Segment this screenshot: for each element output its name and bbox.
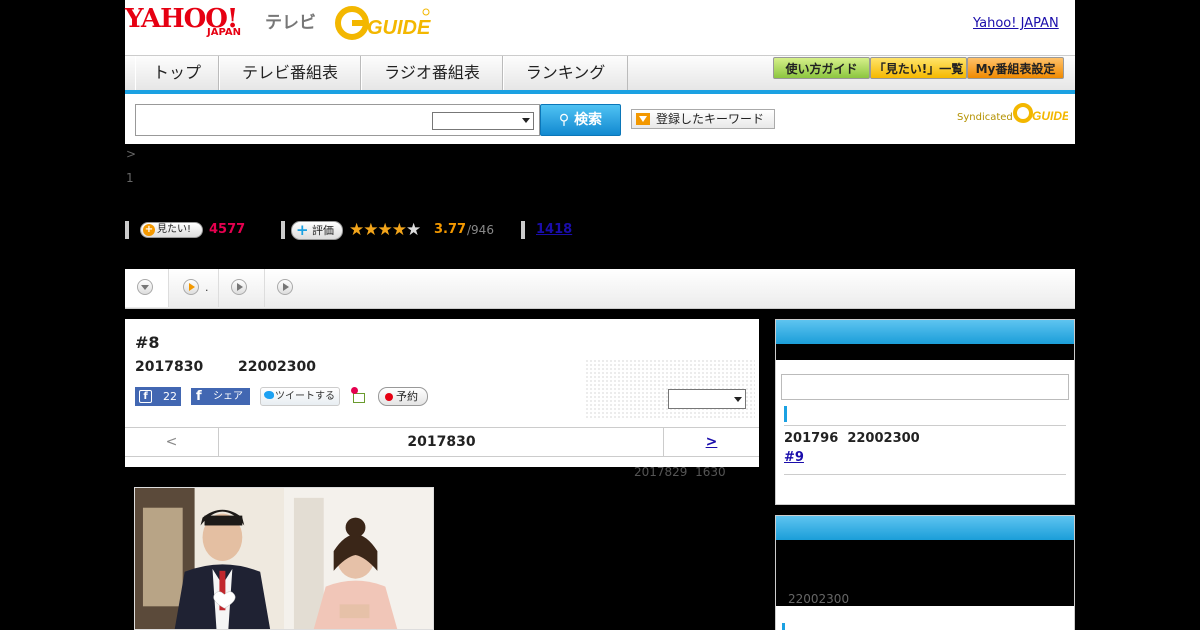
facebook-like-count: 22 xyxy=(163,390,177,403)
play-icon xyxy=(231,279,247,295)
guide-button[interactable]: 使い方ガイド xyxy=(773,57,870,79)
gguide-logo[interactable]: GUIDE xyxy=(335,6,431,40)
chevron-down-icon xyxy=(734,397,742,402)
star-icon: ★ xyxy=(363,220,378,240)
pager-next-button[interactable]: > xyxy=(663,428,759,456)
next-episode-date: 201796 xyxy=(784,431,839,446)
episode-time: 22002300 xyxy=(238,359,316,375)
syndicated-text: Syndicated xyxy=(957,112,1013,123)
divider xyxy=(784,425,1066,426)
subtab-3[interactable] xyxy=(219,269,265,307)
subtab-4[interactable] xyxy=(265,269,311,307)
japan-logo-text: JAPAN xyxy=(207,27,241,38)
svg-text:GUIDE: GUIDE xyxy=(1032,109,1068,123)
tab-ranking[interactable]: ランキング xyxy=(503,56,628,90)
episode-panel: #8 2017830 22002300 f 22 f シェア ツイートする 予約… xyxy=(125,319,759,467)
mitai-label: 見たい! xyxy=(157,224,192,235)
sidebar-banner xyxy=(776,344,1074,360)
registered-keywords-button[interactable]: 登録したキーワード xyxy=(631,109,775,129)
reserve-label: 予約 xyxy=(396,390,418,403)
page: YAHOO! JAPAN テレビ GUIDE Yahoo! JAPAN トップ … xyxy=(0,0,1200,630)
registered-keywords-label: 登録したキーワード xyxy=(656,112,765,126)
stat-divider xyxy=(521,221,525,239)
tab-radio-listings[interactable]: ラジオ番組表 xyxy=(361,56,503,90)
chevron-down-icon xyxy=(522,118,530,123)
rate-label: 評価 xyxy=(312,224,334,237)
pager-current-date: 2017830 xyxy=(407,434,476,450)
facebook-share-button[interactable]: f シェア xyxy=(191,388,250,405)
rating-count: /946 xyxy=(467,223,494,237)
review-count-link[interactable]: 1418 xyxy=(536,222,572,237)
rating-stars: ★★★★★ xyxy=(349,220,421,240)
record-icon xyxy=(385,393,393,401)
breadcrumb-sub: 1 xyxy=(126,171,134,185)
mitai-button[interactable]: + 見たい! xyxy=(140,222,203,238)
episode-pager: < 2017830 > xyxy=(125,427,759,457)
sidebar-block-2: 22002300 xyxy=(775,515,1075,630)
rate-button[interactable]: + 評価 xyxy=(291,221,343,240)
chevron-down-icon xyxy=(137,279,153,295)
sidebar-block-time: 22002300 xyxy=(788,592,850,606)
syndicated-gguide-logo: GUIDE xyxy=(1013,103,1068,123)
play-icon xyxy=(183,279,199,295)
tab-tv-listings[interactable]: テレビ番組表 xyxy=(219,56,361,90)
facebook-share-label: シェア xyxy=(213,391,243,402)
tweet-label: ツイートする xyxy=(275,391,335,402)
next-episode-link[interactable]: #9 xyxy=(784,450,804,465)
sidebar-next-episode: 201796 22002300 #9 xyxy=(775,319,1075,505)
updated-time: 1630 xyxy=(695,465,726,479)
star-icon: ★ xyxy=(406,220,421,240)
stat-divider xyxy=(125,221,129,239)
pager-prev-button[interactable]: < xyxy=(125,428,219,456)
episode-title: #8 xyxy=(135,333,160,352)
sidebar-input[interactable] xyxy=(781,374,1069,400)
updated-timestamp: 2017829 1630 xyxy=(634,465,726,479)
search-icon: ⚲ xyxy=(558,112,575,128)
twitter-bird-icon xyxy=(264,391,274,399)
subtab-2-label: . xyxy=(205,281,209,294)
episode-date: 2017830 xyxy=(135,359,204,375)
reserve-button[interactable]: 予約 xyxy=(378,387,428,406)
facebook-icon: f xyxy=(196,389,202,404)
plus-icon: + xyxy=(143,224,155,236)
site-header: YAHOO! JAPAN テレビ GUIDE Yahoo! JAPAN xyxy=(125,0,1075,55)
episode-photo xyxy=(134,487,434,630)
dropdown-arrow-icon xyxy=(636,113,650,125)
mitai-list-button[interactable]: 「見たい!」一覧 xyxy=(870,57,967,79)
breadcrumb: > xyxy=(126,147,137,161)
star-icon: ★ xyxy=(377,220,393,240)
subtab-2[interactable]: . xyxy=(169,269,219,307)
search-button-label: 検索 xyxy=(574,112,603,128)
next-episode-time: 22002300 xyxy=(847,431,920,446)
yahoo-japan-link[interactable]: Yahoo! JAPAN xyxy=(973,16,1059,31)
search-button[interactable]: ⚲ 検索 xyxy=(540,104,621,136)
add-calendar-icon[interactable] xyxy=(351,387,367,405)
section-marker xyxy=(782,623,785,630)
mitai-count: 4577 xyxy=(209,222,246,237)
tv-logo-text[interactable]: テレビ xyxy=(265,8,316,33)
facebook-like-button[interactable]: f 22 xyxy=(135,387,181,406)
star-icon: ★ xyxy=(349,220,364,240)
episode-select[interactable] xyxy=(668,389,746,409)
plus-icon: + xyxy=(296,221,309,239)
star-icon: ★ xyxy=(391,220,407,240)
stat-divider xyxy=(281,221,285,239)
sidebar-header xyxy=(776,320,1074,344)
subtab-1[interactable] xyxy=(125,269,169,307)
divider xyxy=(784,474,1066,475)
search-category-select[interactable] xyxy=(432,112,534,130)
program-subtabs: . xyxy=(125,269,1075,309)
my-listings-button[interactable]: My番組表設定 xyxy=(967,57,1064,79)
updated-date: 2017829 xyxy=(634,465,688,479)
play-icon xyxy=(277,279,293,295)
facebook-icon: f xyxy=(139,390,152,403)
search-area: ⚲ 検索 登録したキーワード Syndicated GUIDE xyxy=(125,94,1075,144)
section-marker xyxy=(784,406,787,422)
rating-value: 3.77 xyxy=(434,222,467,237)
tab-top[interactable]: トップ xyxy=(135,56,219,90)
next-episode-datetime: 201796 22002300 xyxy=(784,431,920,446)
tweet-button[interactable]: ツイートする xyxy=(260,387,340,406)
gguide-logo-text: GUIDE xyxy=(367,17,431,39)
sidebar-header xyxy=(776,516,1074,540)
